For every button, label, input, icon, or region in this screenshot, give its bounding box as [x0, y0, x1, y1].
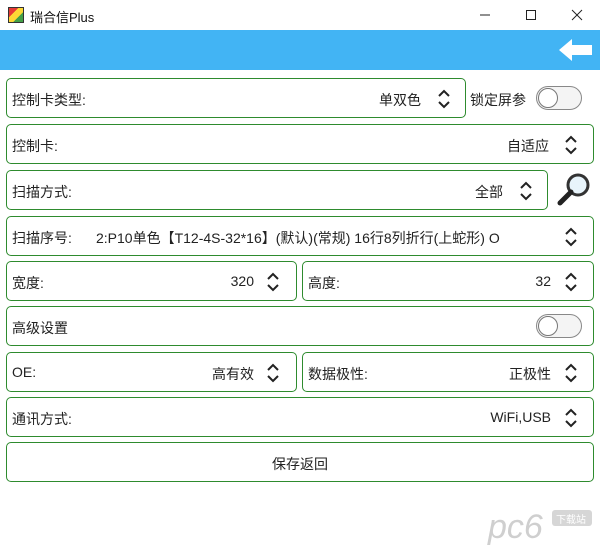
oe-select[interactable]: OE: 高有效: [6, 352, 297, 392]
controller-type-label: 控制卡类型:: [12, 92, 86, 108]
save-return-button[interactable]: 保存返回: [6, 442, 594, 482]
controller-type-select[interactable]: 控制卡类型: 单双色: [6, 78, 466, 118]
controller-value: 自适应: [507, 138, 549, 154]
back-arrow-icon: [559, 39, 592, 61]
updown-arrow-icon: [438, 89, 450, 109]
controller-label: 控制卡:: [12, 138, 58, 154]
maximize-button[interactable]: [508, 0, 554, 30]
back-button[interactable]: [558, 36, 594, 64]
app-icon: [8, 7, 24, 23]
lock-screen-params-label: 锁定屏参: [470, 92, 526, 108]
data-polarity-select[interactable]: 数据极性: 正极性: [302, 352, 594, 392]
updown-arrow-icon: [565, 227, 577, 247]
header-bar: [0, 30, 600, 70]
close-icon: [571, 9, 583, 21]
scan-mode-value: 全部: [475, 184, 503, 200]
advanced-settings-row: 高级设置: [6, 306, 594, 346]
width-value: 320: [230, 273, 254, 289]
svg-text:pc6: pc6: [487, 508, 543, 546]
advanced-settings-toggle[interactable]: [536, 314, 582, 338]
height-value: 32: [535, 273, 551, 289]
comm-mode-select[interactable]: 通讯方式: WiFi,USB: [6, 397, 594, 437]
save-return-label: 保存返回: [272, 456, 328, 472]
height-label: 高度:: [308, 275, 340, 291]
width-label: 宽度:: [12, 275, 44, 291]
width-stepper[interactable]: 宽度: 320: [6, 261, 297, 301]
search-button[interactable]: [555, 170, 595, 210]
window-title: 瑞合信Plus: [30, 10, 95, 25]
search-icon: [557, 173, 590, 206]
title-bar: 瑞合信Plus: [0, 0, 600, 30]
controller-type-value: 单双色: [379, 92, 421, 108]
pc6-logo-icon: pc6 下载站: [487, 508, 592, 546]
watermark-logo: pc6 下载站: [486, 502, 596, 548]
oe-value: 高有效: [212, 366, 254, 382]
updown-arrow-icon: [565, 363, 577, 383]
lock-screen-params-toggle[interactable]: [536, 86, 582, 110]
scan-mode-label: 扫描方式:: [12, 184, 72, 200]
updown-arrow-icon: [565, 408, 577, 428]
comm-mode-value: WiFi,USB: [490, 409, 551, 425]
maximize-icon: [526, 10, 536, 20]
controller-select[interactable]: 控制卡: 自适应: [6, 124, 594, 164]
minimize-icon: [480, 14, 490, 16]
svg-text:下载站: 下载站: [556, 513, 586, 526]
updown-arrow-icon: [565, 135, 577, 155]
updown-arrow-icon: [565, 272, 577, 292]
height-stepper[interactable]: 高度: 32: [302, 261, 594, 301]
updown-arrow-icon: [267, 272, 279, 292]
data-polarity-value: 正极性: [509, 366, 551, 382]
scan-index-label: 扫描序号:: [12, 230, 72, 246]
advanced-settings-label: 高级设置: [12, 320, 68, 336]
data-polarity-label: 数据极性:: [308, 366, 368, 382]
updown-arrow-icon: [267, 363, 279, 383]
close-button[interactable]: [554, 0, 600, 30]
oe-label: OE:: [12, 364, 37, 380]
scan-index-value: 2:P10单色【T12-4S-32*16】(默认)(常规) 16行8列折行(上蛇…: [96, 230, 500, 246]
scan-index-select[interactable]: 扫描序号: 2:P10单色【T12-4S-32*16】(默认)(常规) 16行8…: [6, 216, 594, 256]
updown-arrow-icon: [520, 181, 532, 201]
scan-mode-select[interactable]: 扫描方式: 全部: [6, 170, 548, 210]
comm-mode-label: 通讯方式:: [12, 411, 72, 427]
minimize-button[interactable]: [462, 0, 508, 30]
